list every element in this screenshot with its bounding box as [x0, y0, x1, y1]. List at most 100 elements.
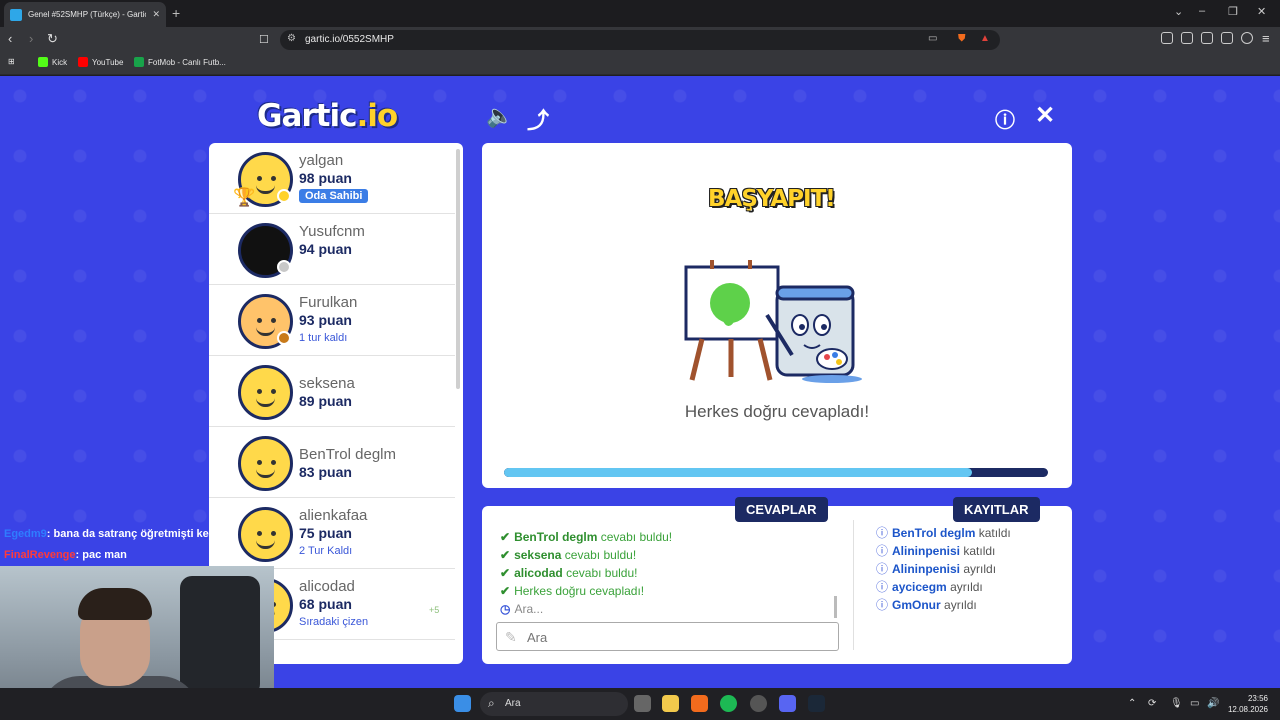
next-drawer-text: Sıradaki çizen: [299, 616, 369, 628]
fotmob-icon: [134, 57, 144, 67]
file-explorer-icon[interactable]: [662, 695, 679, 712]
address-bar: ‹ › ↻ ☐ ⚙ gartic.io/0552SMHP ▭ ⛊ ▲ ≡: [0, 27, 1280, 52]
info-icon: ⓘ: [876, 562, 889, 576]
url-field[interactable]: ⚙ gartic.io/0552SMHP ▭ ⛊ ▲: [280, 30, 1000, 50]
extensions-icon[interactable]: [1161, 32, 1173, 44]
player-name: seksena: [299, 375, 355, 392]
obs-icon[interactable]: [750, 695, 767, 712]
room-owner-badge: Oda Sahibi: [299, 189, 369, 203]
player-score: 89 puan: [299, 393, 352, 409]
answer-line: ✔ seksena cevabı buldu!: [500, 548, 637, 562]
avatar: [238, 507, 293, 562]
round-timer-fill: [504, 468, 972, 477]
site-info-icon[interactable]: ⚙: [287, 33, 296, 44]
tray-sync-icon[interactable]: ⟳: [1148, 698, 1156, 709]
info-icon[interactable]: ⓘ: [995, 104, 1015, 133]
answer-line: ✔ alicodad cevabı buldu!: [500, 566, 638, 580]
reload-icon[interactable]: ↻: [47, 31, 58, 47]
answer-input[interactable]: [527, 627, 827, 647]
search-icon: ⌕: [488, 696, 495, 710]
sound-icon[interactable]: 🔈: [486, 103, 513, 129]
forward-icon[interactable]: ›: [29, 31, 33, 46]
vpn-icon[interactable]: [1241, 32, 1253, 44]
clock-icon: ◷: [500, 602, 511, 616]
brave-browser-icon[interactable]: [691, 695, 708, 712]
result-title: BAŞYAPIT!: [708, 186, 836, 212]
status-dot: [277, 260, 291, 274]
check-icon: ✔: [500, 584, 511, 598]
search-label: Ara: [505, 698, 521, 709]
taskbar-search[interactable]: ⌕ Ara: [480, 692, 628, 716]
gartic-logo: Gartic.io: [257, 98, 398, 134]
answers-scrollbar[interactable]: [834, 596, 837, 618]
trophy-icon: 🏆: [233, 187, 256, 207]
masterpiece-illustration: [684, 260, 862, 383]
panel-divider: [853, 520, 854, 650]
bookmarks-bar: ⊞ Kick YouTube FotMob - Canlı Futb...: [0, 52, 1280, 75]
clock-time: 23:56: [1247, 694, 1268, 703]
player-name: yalgan: [299, 152, 344, 169]
answers-more: ◷ Ara...: [500, 602, 544, 616]
player-name: BenTrol deglm: [299, 446, 396, 463]
bookmark-label: FotMob - Canlı Futb...: [148, 57, 226, 67]
pencil-icon: ✎: [505, 629, 517, 645]
player-name: Furulkan: [299, 294, 358, 311]
close-window-icon[interactable]: ✕: [1257, 5, 1266, 18]
brave-shield-icon[interactable]: ⛊: [958, 33, 966, 44]
bookmark-icon[interactable]: ☐: [259, 33, 269, 46]
back-icon[interactable]: ‹: [8, 31, 12, 46]
steam-icon[interactable]: [808, 695, 825, 712]
player-score: 94 puan: [299, 241, 352, 257]
youtube-icon: [78, 57, 88, 67]
microphone-icon[interactable]: 🎙: [1170, 698, 1183, 709]
player-score: 83 puan: [299, 464, 352, 480]
log-line: ⓘ Alininpenisi ayrıldı: [876, 562, 997, 576]
spotify-icon[interactable]: [720, 695, 737, 712]
player-name: Yusufcnm: [299, 223, 365, 240]
tab-search-icon[interactable]: ⌄: [1174, 5, 1183, 18]
wallet-icon[interactable]: [1201, 32, 1213, 44]
tab-logs[interactable]: KAYITLAR: [953, 497, 1040, 522]
close-icon[interactable]: ✕: [1035, 101, 1055, 130]
clock-date: 12.08.2026: [1227, 705, 1268, 714]
turns-left-text: 1 tur kaldı: [299, 332, 348, 344]
log-line: ⓘ Alininpenisi katıldı: [876, 544, 996, 558]
maximize-icon[interactable]: ❐: [1228, 5, 1238, 18]
bookmark-label: Kick: [52, 57, 68, 67]
tray-chevron-icon[interactable]: ⌃: [1128, 698, 1136, 709]
task-view-icon[interactable]: [634, 695, 651, 712]
minimize-icon[interactable]: –: [1199, 5, 1205, 17]
tab-close-icon[interactable]: ✕: [152, 9, 160, 20]
answer-line: ✔ Herkes doğru cevapladı!: [500, 584, 645, 598]
bookmark-kick[interactable]: Kick: [38, 57, 67, 67]
player-row: Yusufcnm 94 puan: [209, 214, 455, 285]
bookmark-youtube[interactable]: YouTube: [78, 57, 123, 67]
player-score: 75 puan: [299, 525, 352, 541]
discord-icon[interactable]: [779, 695, 796, 712]
tab-answers[interactable]: CEVAPLAR: [735, 497, 828, 522]
browser-tab[interactable]: Genel #52SMHP (Türkçe) - Gartic.io ✕: [4, 2, 166, 27]
players-scrollbar[interactable]: [456, 149, 460, 389]
cast-icon[interactable]: ▭: [928, 33, 937, 44]
menu-icon[interactable]: ≡: [1262, 31, 1270, 46]
check-icon: ✔: [500, 530, 511, 544]
bookmark-fotmob[interactable]: FotMob - Canlı Futb...: [134, 57, 226, 67]
system-clock[interactable]: 23:56 12.08.2026: [1226, 693, 1268, 715]
avatar: [238, 365, 293, 420]
log-line: ⓘ aycicegm ayrıldı: [876, 580, 983, 594]
all-correct-message: Herkes doğru cevapladı!: [684, 402, 870, 421]
player-row: BenTrol deglm 83 puan: [209, 427, 455, 498]
player-name: alienkafaa: [299, 507, 368, 524]
sidebar-icon[interactable]: [1181, 32, 1193, 44]
apps-grid-icon[interactable]: ⊞: [8, 57, 15, 66]
leo-ai-icon[interactable]: [1221, 32, 1233, 44]
answers-logs-panel: ✔ BenTrol deglm cevabı buldu! ✔ seksena ce…: [482, 506, 1072, 664]
network-icon[interactable]: ▭: [1190, 698, 1199, 709]
volume-icon[interactable]: 🔊: [1207, 698, 1219, 709]
share-icon[interactable]: ⤴: [527, 103, 549, 135]
round-timer-bar: [504, 468, 1048, 477]
answer-input-box[interactable]: ✎: [496, 622, 839, 651]
brave-rewards-icon[interactable]: ▲: [980, 33, 990, 44]
new-tab-icon[interactable]: +: [172, 5, 180, 21]
windows-start-icon[interactable]: [454, 695, 471, 712]
